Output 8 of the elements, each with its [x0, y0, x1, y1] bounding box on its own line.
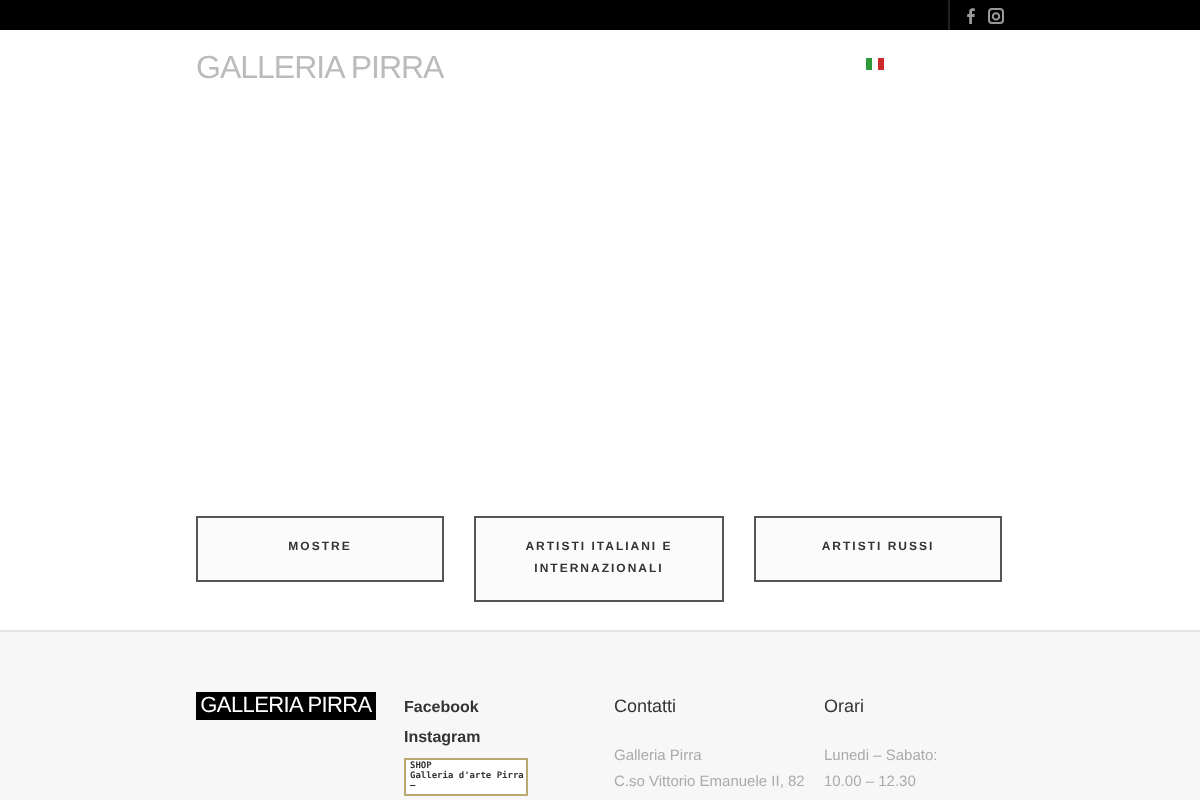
- italian-flag-icon[interactable]: [866, 58, 884, 70]
- column-heading: Contatti: [614, 696, 679, 716]
- column-heading: Orari: [824, 696, 866, 716]
- social-link[interactable]: Instagram: [404, 728, 614, 758]
- social-link[interactable]: Facebook: [404, 698, 614, 728]
- instagram-icon[interactable]: [988, 7, 1004, 23]
- facebook-icon[interactable]: [966, 7, 976, 23]
- footer-logo[interactable]: GALLERIA PIRRA: [196, 692, 376, 720]
